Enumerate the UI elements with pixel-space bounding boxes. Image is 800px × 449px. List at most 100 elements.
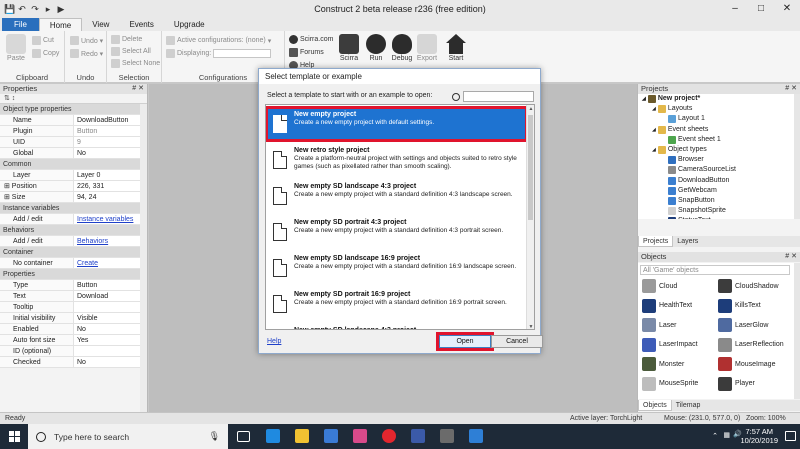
- app-blue-icon[interactable]: [469, 429, 483, 443]
- copy-button[interactable]: Copy: [32, 49, 59, 58]
- cancel-button[interactable]: Cancel: [491, 335, 543, 348]
- template-item[interactable]: New empty SD landscape 4:3 projectCreate…: [266, 323, 527, 329]
- property-link[interactable]: Create: [74, 258, 147, 268]
- dropdown-icon[interactable]: ▸: [43, 4, 53, 14]
- redo-button[interactable]: Redo ▾: [70, 49, 103, 58]
- property-row[interactable]: Plugin Button: [0, 126, 147, 137]
- select-all-button[interactable]: Select All: [111, 47, 151, 56]
- tree-item[interactable]: Browser: [638, 155, 794, 165]
- scroll-thumb[interactable]: [528, 115, 533, 220]
- task-view-icon[interactable]: [237, 431, 250, 442]
- object-item[interactable]: MouseSprite: [642, 376, 698, 391]
- property-row[interactable]: Enabled No: [0, 324, 147, 335]
- property-row[interactable]: Type Button: [0, 280, 147, 291]
- property-row[interactable]: Add / edit Behaviors: [0, 236, 147, 247]
- property-row[interactable]: UID 9: [0, 137, 147, 148]
- tab-file[interactable]: File: [2, 18, 39, 31]
- property-category[interactable]: Instance variables: [0, 203, 147, 214]
- scroll-up-icon[interactable]: ▲: [527, 106, 534, 112]
- start-button[interactable]: [0, 424, 28, 449]
- save-icon[interactable]: 💾: [4, 4, 15, 14]
- debug-button[interactable]: Debug: [389, 34, 415, 62]
- tree-item[interactable]: ◢ Layouts: [638, 104, 794, 114]
- property-row[interactable]: Initial visibility Visible: [0, 313, 147, 324]
- run-button[interactable]: Run: [363, 34, 389, 62]
- template-list-scrollbar[interactable]: ▲ ▼: [526, 105, 534, 329]
- tab-objects[interactable]: Objects: [638, 400, 672, 411]
- scirra-com-link[interactable]: Scirra.com: [289, 35, 333, 44]
- property-category[interactable]: Object type properties: [0, 104, 147, 115]
- facebook-icon[interactable]: [411, 429, 425, 443]
- microphone-icon[interactable]: 🎙: [209, 431, 220, 442]
- object-item[interactable]: CloudShadow: [718, 279, 779, 293]
- property-row[interactable]: Layer Layer 0: [0, 170, 147, 181]
- taskbar-clock[interactable]: 7:57 AM 10/20/2019: [740, 427, 778, 445]
- template-item[interactable]: New empty SD landscape 16:9 project Creat…: [266, 251, 527, 285]
- displaying-combo[interactable]: [213, 49, 272, 58]
- object-item[interactable]: LaserGlow: [718, 318, 768, 332]
- object-item[interactable]: Monster: [642, 357, 684, 371]
- file-explorer-icon[interactable]: [295, 429, 309, 443]
- object-item[interactable]: MouseImage: [718, 357, 775, 371]
- property-row[interactable]: ⊞ Size 94, 24: [0, 192, 147, 203]
- tree-item[interactable]: ◢ Event sheets: [638, 125, 794, 135]
- template-item[interactable]: New empty SD portrait 4:3 project Create …: [266, 215, 527, 249]
- object-item[interactable]: KillsText: [718, 298, 761, 313]
- tree-item[interactable]: CameraSourceList: [638, 165, 794, 175]
- opera-icon[interactable]: [382, 429, 396, 443]
- store-icon[interactable]: [324, 429, 338, 443]
- property-row[interactable]: ⊞ Position 226, 331: [0, 181, 147, 192]
- close-button[interactable]: ✕: [774, 0, 800, 18]
- run-icon[interactable]: ▶: [56, 4, 66, 14]
- maximize-button[interactable]: □: [748, 0, 774, 18]
- property-category[interactable]: Behaviors: [0, 225, 147, 236]
- delete-button[interactable]: Delete: [111, 35, 142, 44]
- property-row[interactable]: Tooltip: [0, 302, 147, 313]
- objects-scrollbar[interactable]: [794, 263, 800, 399]
- tab-layers[interactable]: Layers: [673, 236, 702, 247]
- pin-icon[interactable]: # ✕: [785, 252, 797, 262]
- object-item[interactable]: Player: [718, 376, 755, 391]
- tab-tilemap[interactable]: Tilemap: [672, 400, 705, 411]
- template-item[interactable]: New retro style project Create a platform…: [266, 143, 527, 177]
- tab-projects[interactable]: Projects: [638, 236, 674, 247]
- undo-icon[interactable]: ↶: [17, 4, 27, 14]
- tree-item[interactable]: Event sheet 1: [638, 135, 794, 145]
- redo-icon[interactable]: ↷: [30, 4, 40, 14]
- tab-view[interactable]: View: [82, 18, 119, 31]
- construct-icon[interactable]: [440, 429, 454, 443]
- expand-arrow-icon[interactable]: ◢: [652, 145, 656, 155]
- property-row[interactable]: Add / edit Instance variables: [0, 214, 147, 225]
- property-row[interactable]: Text Download: [0, 291, 147, 302]
- property-row[interactable]: ID (optional): [0, 346, 147, 357]
- object-item[interactable]: LaserImpact: [642, 337, 698, 352]
- template-item[interactable]: New empty project Create a new empty proj…: [266, 106, 528, 142]
- tab-events[interactable]: Events: [119, 18, 163, 31]
- minimize-button[interactable]: –: [722, 0, 748, 18]
- select-none-button[interactable]: Select None: [111, 59, 160, 68]
- displaying-dropdown[interactable]: Displaying:: [166, 49, 272, 58]
- tree-item[interactable]: ◢ Object types: [638, 145, 794, 155]
- export-button[interactable]: Export: [414, 34, 440, 62]
- template-item[interactable]: New empty SD landscape 4:3 projectCreate…: [266, 179, 527, 213]
- help-link[interactable]: Help: [267, 338, 281, 345]
- property-row[interactable]: Checked No: [0, 357, 147, 368]
- tree-item[interactable]: StatusText: [638, 216, 794, 219]
- network-icon[interactable]: ▦: [723, 431, 730, 439]
- properties-toolbar[interactable]: ⇅ ↕: [0, 94, 147, 104]
- paste-button[interactable]: Paste: [3, 34, 29, 62]
- scroll-down-icon[interactable]: ▼: [527, 324, 534, 329]
- tree-item[interactable]: GetWebcam: [638, 186, 794, 196]
- objects-filter[interactable]: All 'Game' objects: [640, 265, 790, 275]
- pin-icon[interactable]: # ✕: [132, 84, 144, 94]
- properties-scrollbar[interactable]: [140, 104, 147, 412]
- object-item[interactable]: Laser: [642, 318, 677, 332]
- expand-arrow-icon[interactable]: ◢: [652, 125, 656, 135]
- property-row[interactable]: Name DownloadButton: [0, 115, 147, 126]
- template-search-input[interactable]: [463, 91, 534, 102]
- tab-home[interactable]: Home: [38, 18, 83, 31]
- taskbar-search[interactable]: Type here to search 🎙: [28, 424, 228, 449]
- tree-item[interactable]: SnapButton: [638, 196, 794, 206]
- property-link[interactable]: Instance variables: [74, 214, 147, 224]
- projects-scrollbar[interactable]: [794, 94, 800, 219]
